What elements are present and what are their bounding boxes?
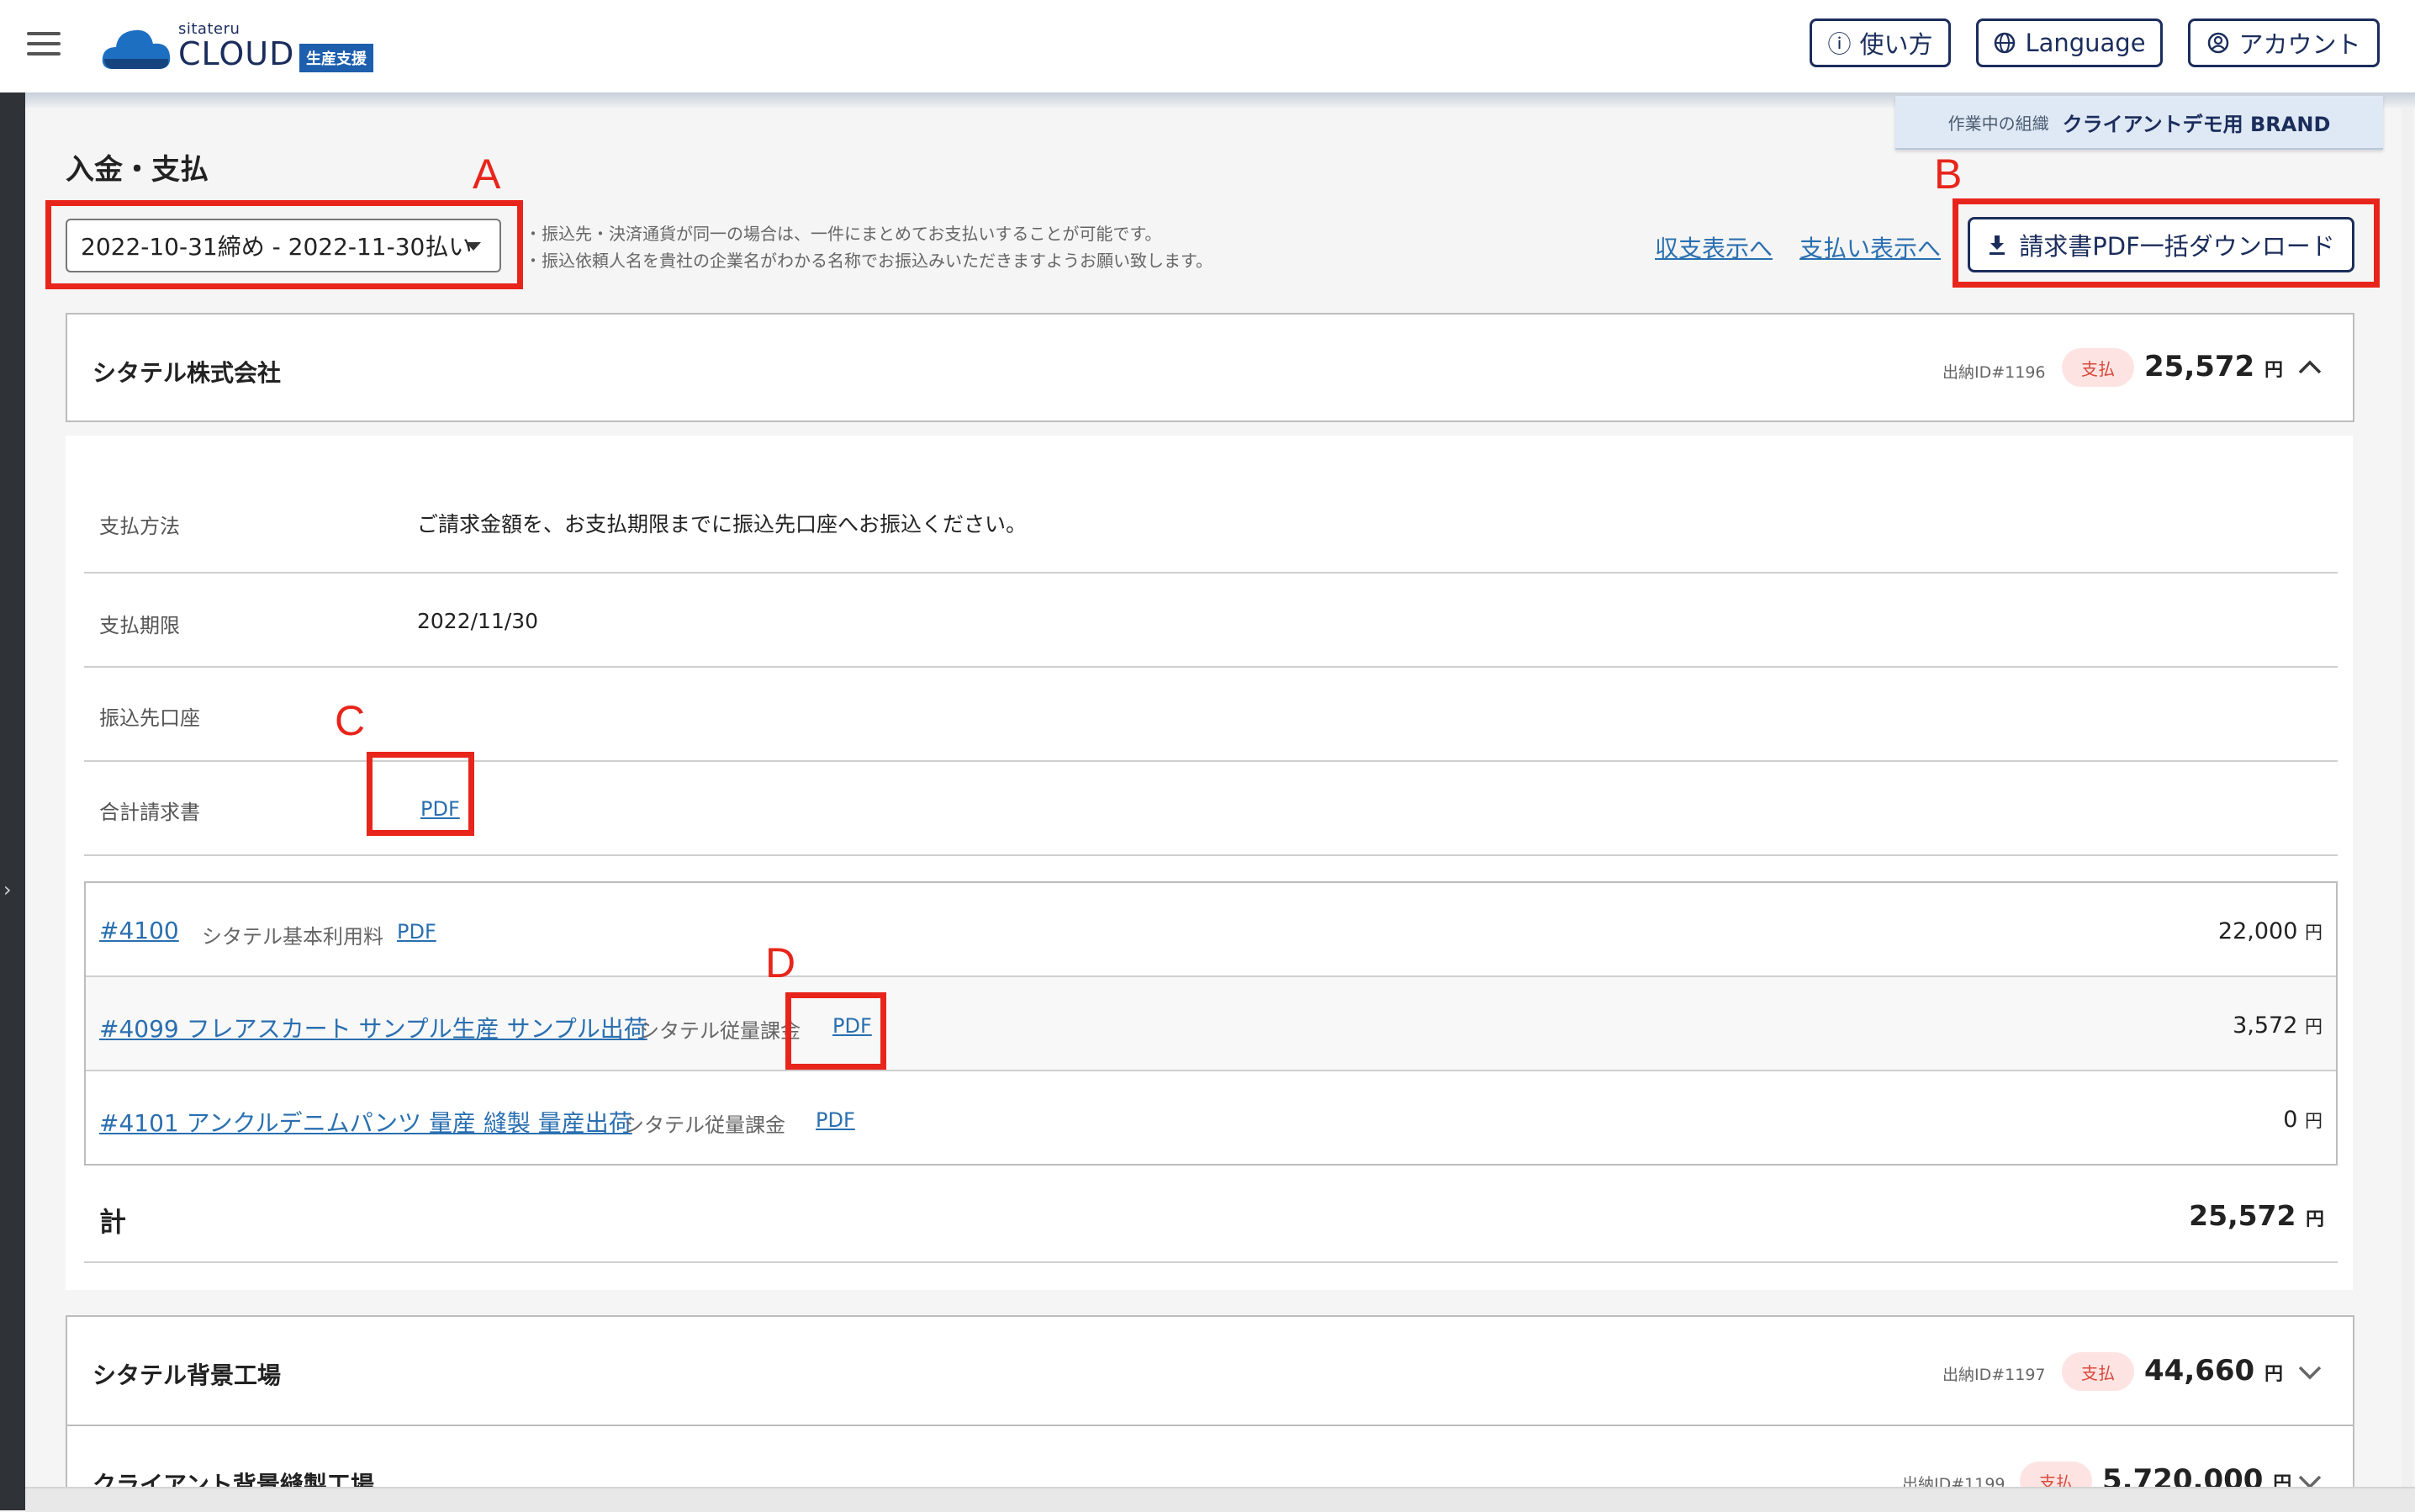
detail-row-deadline: 支払期限 2022/11/30	[84, 574, 2338, 668]
item-currency: 円	[2305, 1111, 2323, 1131]
item-category: シタテル基本利用料	[202, 925, 383, 949]
org-label: 作業中の組織	[1947, 113, 2049, 134]
user-circle-icon	[2208, 32, 2229, 54]
status-badge: 支払	[2062, 348, 2134, 387]
payment-card-header[interactable]: シタテル株式会社 出納ID#1196 支払 25,572 円	[66, 313, 2354, 422]
items-table: #4100 シタテル基本利用料 PDF 22,000 円 #4099 フレアスカ…	[84, 881, 2338, 1166]
scrollbar[interactable]	[2402, 108, 2413, 1487]
status-badge: 支払	[2062, 1352, 2134, 1391]
item-category: シタテル従量課金	[624, 1113, 785, 1137]
card-currency: 円	[2264, 1364, 2284, 1385]
note-line-2: ・振込依頼人名を貴社の企業名がわかる名称でお振込みいただきますようお願い致します…	[525, 251, 1213, 271]
card-amount-value: 44,660	[2144, 1354, 2255, 1388]
table-row: #4101 アンクルデニムパンツ 量産 縫製 量産出荷 シタテル従量課金 PDF…	[86, 1071, 2336, 1166]
card-currency: 円	[2264, 360, 2284, 381]
card-amount: 25,572 円	[2144, 350, 2283, 383]
card-amount: 44,660 円	[2144, 1354, 2283, 1388]
item-currency: 円	[2305, 923, 2323, 943]
payment-card-header[interactable]: シタテル背景工場 出納ID#1197 支払 44,660 円	[66, 1315, 2354, 1426]
item-amount: 0 円	[2283, 1107, 2323, 1133]
invoice-label: 合計請求書	[99, 801, 200, 824]
item-pdf-link[interactable]: PDF	[397, 920, 436, 944]
note-line-1: ・振込先・決済通貨が同一の場合は、一件にまとめてお支払いすることが可能です。	[525, 224, 1162, 244]
logo-tag: 生産支援	[299, 44, 373, 72]
payment-view-link[interactable]: 支払い表示へ	[1799, 230, 1941, 264]
annotation-box-a	[45, 200, 523, 289]
page-title: 入金・支払	[66, 153, 209, 187]
item-amount-value: 0	[2283, 1107, 2298, 1133]
detail-row-method: 支払方法 ご請求金額を、お支払期限までに振込先口座へお振込ください。	[84, 478, 2338, 574]
app-logo[interactable]: sitateru CLOUD 生産支援	[101, 20, 387, 74]
card-amount-value: 25,572	[2144, 350, 2255, 383]
deadline-value: 2022/11/30	[417, 609, 539, 633]
total-label: 計	[99, 1206, 127, 1238]
cloud-logo-icon	[102, 29, 171, 69]
item-amount: 22,000 円	[2218, 918, 2323, 944]
question-circle-icon: ⓘ	[1827, 30, 1852, 58]
chevron-down-icon[interactable]	[2297, 1364, 2323, 1381]
total-amount-value: 25,572	[2189, 1199, 2296, 1232]
total-currency: 円	[2305, 1209, 2324, 1230]
annotation-box-c	[367, 752, 474, 836]
language-button-label: Language	[2025, 29, 2146, 57]
card-id: 出納ID#1196	[1942, 363, 2046, 382]
item-link[interactable]: #4099 フレアスカート サンプル生産 サンプル出荷	[99, 1011, 647, 1044]
annotation-box-b	[1953, 198, 2380, 288]
table-row: #4100 シタテル基本利用料 PDF 22,000 円	[86, 883, 2336, 977]
total-row: 計 25,572 円	[84, 1166, 2338, 1263]
account-button-label: アカウント	[2238, 30, 2361, 59]
language-button[interactable]: Language	[1976, 19, 2163, 67]
annotation-label-b: B	[1934, 151, 1963, 198]
table-row: #4099 フレアスカート サンプル生産 サンプル出荷 シタテル従量課金 PDF…	[86, 977, 2336, 1071]
deadline-label: 支払期限	[99, 614, 180, 637]
account-label: 振込先口座	[99, 706, 200, 730]
hamburger-menu-icon[interactable]	[27, 32, 61, 57]
chevron-up-icon[interactable]	[2297, 358, 2323, 375]
annotation-label-c: C	[335, 697, 366, 744]
card-title: シタテル株式会社	[92, 359, 282, 387]
side-rail[interactable]: ›	[0, 93, 25, 1510]
item-amount-value: 3,572	[2233, 1012, 2298, 1039]
annotation-label-d: D	[765, 939, 796, 986]
notes: ・振込先・決済通貨が同一の場合は、一件にまとめてお支払いすることが可能です。 ・…	[525, 220, 1213, 274]
top-header: sitateru CLOUD 生産支援 ⓘ 使い方 Language アカウント	[0, 0, 2415, 94]
org-indicator: 作業中の組織 クライアントデモ用 BRAND	[1895, 96, 2383, 150]
annotation-label-a: A	[473, 151, 501, 198]
bottom-bar	[25, 1487, 2415, 1512]
globe-icon	[1995, 32, 2016, 54]
method-value: ご請求金額を、お支払期限までに振込先口座へお振込ください。	[417, 512, 1028, 537]
payment-card-detail: 支払方法 ご請求金額を、お支払期限までに振込先口座へお振込ください。 支払期限 …	[66, 436, 2353, 1290]
account-button[interactable]: アカウント	[2188, 19, 2380, 67]
detail-row-account: 振込先口座	[84, 668, 2338, 762]
item-amount-value: 22,000	[2217, 918, 2298, 944]
item-category: シタテル従量課金	[639, 1019, 801, 1043]
annotation-box-d	[785, 992, 886, 1070]
item-amount: 3,572 円	[2233, 1012, 2323, 1039]
income-view-link[interactable]: 収支表示へ	[1655, 230, 1773, 264]
method-label: 支払方法	[99, 515, 180, 538]
org-name: クライアントデモ用 BRAND	[2062, 112, 2331, 136]
logo-big-text: CLOUD	[178, 35, 295, 72]
item-link[interactable]: #4101 アンクルデニムパンツ 量産 縫製 量産出荷	[99, 1105, 632, 1139]
card-id: 出納ID#1197	[1942, 1366, 2046, 1384]
total-amount: 25,572 円	[2189, 1199, 2324, 1232]
item-link[interactable]: #4100	[99, 917, 179, 944]
help-button-label: 使い方	[1859, 30, 1933, 59]
help-button[interactable]: ⓘ 使い方	[1810, 19, 1951, 67]
item-currency: 円	[2305, 1017, 2323, 1037]
chevron-right-icon[interactable]: ›	[3, 878, 12, 901]
card-title: シタテル背景工場	[92, 1361, 282, 1389]
item-pdf-link[interactable]: PDF	[816, 1108, 855, 1132]
